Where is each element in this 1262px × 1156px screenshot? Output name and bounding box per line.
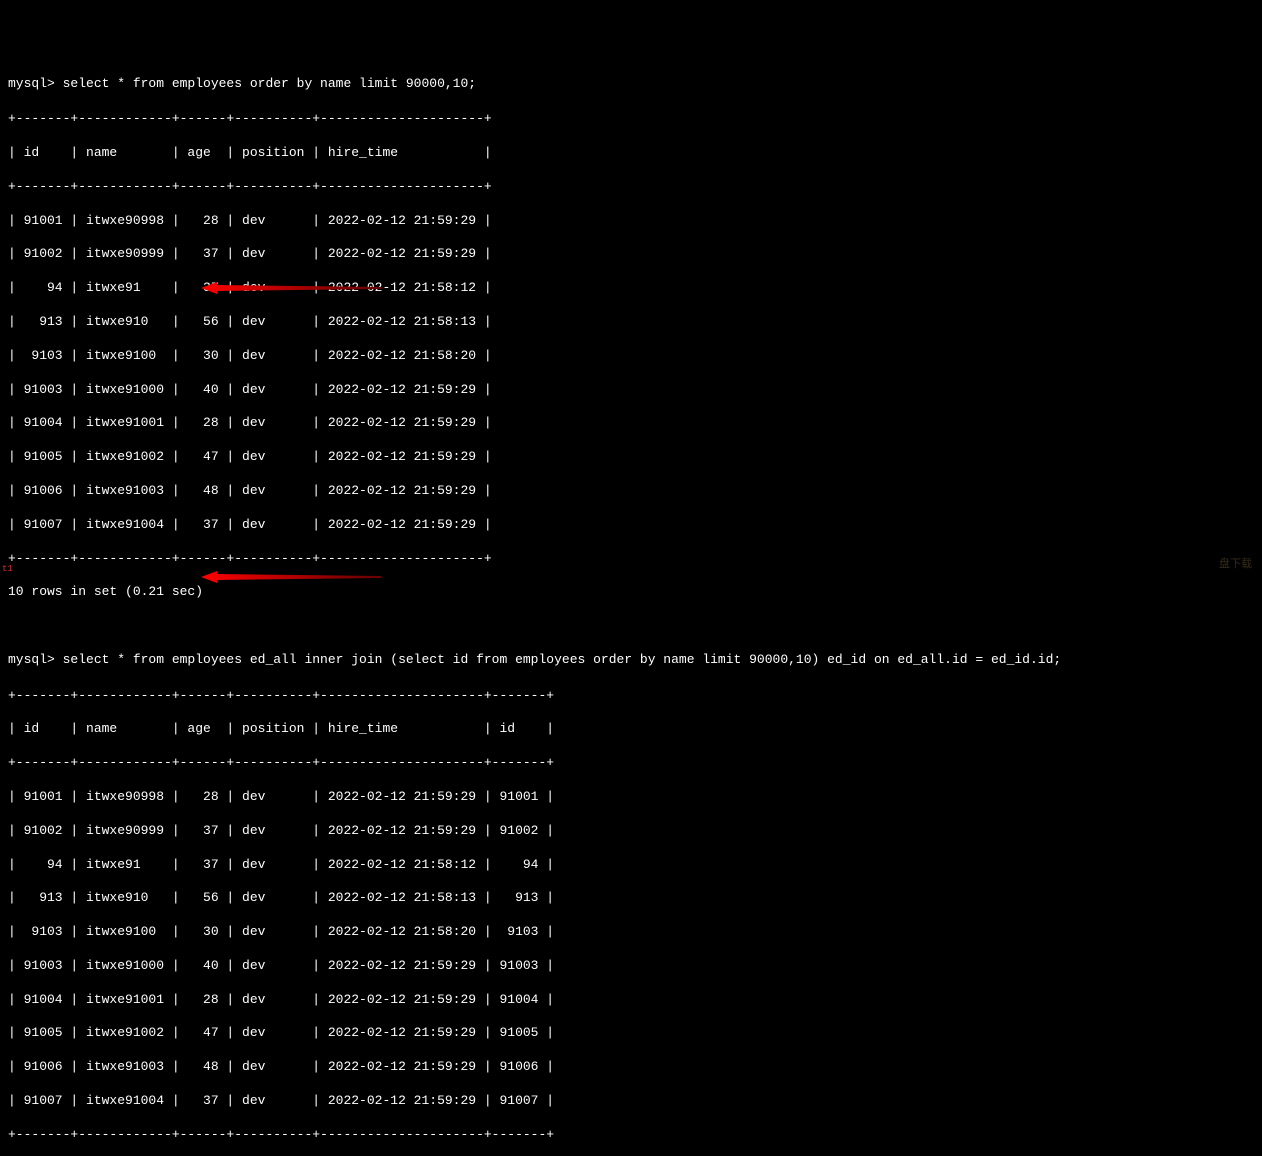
query2-sql: select * from employees ed_all inner joi… [63, 652, 1062, 667]
table-row: | 913 | itwxe910 | 56 | dev | 2022-02-12… [8, 314, 1254, 331]
table-row: | 91002 | itwxe90999 | 37 | dev | 2022-0… [8, 823, 1254, 840]
table-row: | 91007 | itwxe91004 | 37 | dev | 2022-0… [8, 517, 1254, 534]
table-row: | 91007 | itwxe91004 | 37 | dev | 2022-0… [8, 1093, 1254, 1110]
query2-border-top: +-------+------------+------+----------+… [8, 688, 1254, 705]
table-row: | 91004 | itwxe91001 | 28 | dev | 2022-0… [8, 992, 1254, 1009]
mysql-prompt: mysql> [8, 652, 63, 667]
table-row: | 91006 | itwxe91003 | 48 | dev | 2022-0… [8, 483, 1254, 500]
query1-sql: select * from employees order by name li… [63, 76, 476, 91]
mysql-prompt: mysql> [8, 76, 63, 91]
arrow-left-icon [201, 282, 381, 294]
table-row: | 91001 | itwxe90998 | 28 | dev | 2022-0… [8, 789, 1254, 806]
table-row: | 91005 | itwxe91002 | 47 | dev | 2022-0… [8, 1025, 1254, 1042]
table-row: | 94 | itwxe91 | 37 | dev | 2022-02-12 2… [8, 857, 1254, 874]
query2-line: mysql> select * from employees ed_all in… [8, 652, 1254, 669]
table-row: | 91006 | itwxe91003 | 48 | dev | 2022-0… [8, 1059, 1254, 1076]
table-row: | 91004 | itwxe91001 | 28 | dev | 2022-0… [8, 415, 1254, 432]
table-row: | 91001 | itwxe90998 | 28 | dev | 2022-0… [8, 213, 1254, 230]
arrow-annotation-2 [185, 554, 365, 566]
query1-line: mysql> select * from employees order by … [8, 76, 1254, 93]
query1-border-mid: +-------+------------+------+----------+… [8, 179, 1254, 196]
watermark-text: 盘下载 [1219, 558, 1252, 572]
table-row: | 91003 | itwxe91000 | 40 | dev | 2022-0… [8, 382, 1254, 399]
table-row: | 91002 | itwxe90999 | 37 | dev | 2022-0… [8, 246, 1254, 263]
blank-line [8, 618, 1254, 635]
query1-summary: 10 rows in set (0.21 sec) [8, 584, 1254, 601]
table-row: | 913 | itwxe910 | 56 | dev | 2022-02-12… [8, 890, 1254, 907]
query1-border-top: +-------+------------+------+----------+… [8, 111, 1254, 128]
table-row: | 91005 | itwxe91002 | 47 | dev | 2022-0… [8, 449, 1254, 466]
small-annotation: t1 [2, 564, 13, 576]
table-row: | 91003 | itwxe91000 | 40 | dev | 2022-0… [8, 958, 1254, 975]
arrow-annotation-1 [185, 265, 365, 277]
query2-border-bot: +-------+------------+------+----------+… [8, 1127, 1254, 1144]
arrow-left-icon [201, 571, 381, 583]
query1-header: | id | name | age | position | hire_time… [8, 145, 1254, 162]
query2-header: | id | name | age | position | hire_time… [8, 721, 1254, 738]
query2-border-mid: +-------+------------+------+----------+… [8, 755, 1254, 772]
table-row: | 9103 | itwxe9100 | 30 | dev | 2022-02-… [8, 348, 1254, 365]
table-row: | 9103 | itwxe9100 | 30 | dev | 2022-02-… [8, 924, 1254, 941]
